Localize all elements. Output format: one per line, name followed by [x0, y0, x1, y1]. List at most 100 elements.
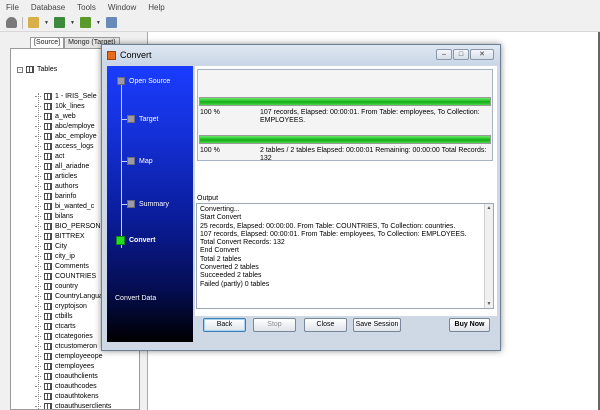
tree-item-table[interactable]: all_ariadne [35, 161, 111, 171]
tree-item-table[interactable]: bilans [35, 211, 111, 221]
tree-item-table[interactable]: BIO_PERSON [35, 221, 111, 231]
tree-item-table[interactable]: BITTREX [35, 231, 111, 241]
tree-connector [35, 105, 41, 107]
tree-item-label: act [55, 152, 65, 160]
step-label: Summary [139, 200, 169, 208]
tree-item-label: country [55, 282, 78, 290]
menu-tools[interactable]: Tools [77, 3, 96, 12]
output-label: Output [197, 195, 219, 202]
tree-item-table[interactable]: ctemployees [35, 361, 111, 371]
menu-file[interactable]: File [6, 3, 19, 12]
collapse-icon[interactable]: - [17, 66, 23, 73]
tree-item-label: CountryLangua [55, 292, 103, 300]
tree-connector [35, 385, 41, 387]
output-line: End Convert [200, 247, 239, 255]
tree-connector [35, 345, 41, 347]
tree-item-label: city_ip [55, 252, 75, 260]
tree-item-table[interactable]: bi_wanted_c [35, 201, 111, 211]
tree-connector [35, 275, 41, 277]
output-scrollbar[interactable]: ▲ ▼ [484, 204, 493, 308]
tree-item-table[interactable]: ctoauthuserclients [35, 401, 111, 409]
table-icon [44, 222, 52, 230]
step-marker-icon [127, 157, 135, 165]
chevron-down-icon[interactable]: ▼ [44, 20, 49, 26]
menu-bar: File Database Tools Window Help [0, 0, 600, 14]
close-button[interactable]: Close [304, 318, 347, 332]
tab-source[interactable]: [Source] [30, 37, 65, 48]
tree-item-table[interactable]: act [35, 151, 111, 161]
tree-item-table[interactable]: ctemployeeope [35, 351, 111, 361]
tree-item-table[interactable]: COUNTRIES [35, 271, 111, 281]
tree-item-table[interactable]: ctoauthclients [35, 371, 111, 381]
table-icon [44, 92, 52, 100]
tree-item-label: ctcustomeron [55, 342, 98, 350]
tree-item-table[interactable]: ctoauthcodes [35, 381, 111, 391]
tree-item-table[interactable]: authors [35, 181, 111, 191]
tree-item-table[interactable]: ctbills [35, 311, 111, 321]
dialog-titlebar[interactable]: Convert – □ ✕ [102, 45, 500, 65]
chevron-down-icon[interactable]: ▼ [96, 20, 101, 26]
tree-item-label: bi_wanted_c [55, 202, 95, 210]
scroll-down-icon[interactable]: ▼ [485, 300, 493, 308]
toolbar-separator [22, 16, 23, 29]
tree-item-table[interactable]: country [35, 281, 111, 291]
chevron-down-icon[interactable]: ▼ [70, 20, 75, 26]
table-icon [44, 252, 52, 260]
table-icon[interactable] [53, 17, 65, 28]
tree-item-label: City [55, 242, 68, 250]
tree-item-label: 1 - IRIS_Sele [55, 92, 97, 100]
menu-database[interactable]: Database [31, 3, 65, 12]
tree-item-table[interactable]: ctcustomeron [35, 341, 111, 351]
tree-connector [35, 295, 41, 297]
menu-help[interactable]: Help [148, 3, 164, 12]
tree-item-table[interactable]: abc/employe [35, 121, 111, 131]
tree-item-table[interactable]: CountryLangua [35, 291, 111, 301]
progress-percent: 100 % [200, 109, 220, 116]
buy-now-button[interactable]: Buy Now [449, 318, 490, 332]
menu-window[interactable]: Window [108, 3, 136, 12]
tree-item-table[interactable]: access_logs [35, 141, 111, 151]
tree-item-table[interactable]: city_ip [35, 251, 111, 261]
user-icon[interactable] [6, 17, 17, 28]
tree-item-table[interactable]: articles [35, 171, 111, 181]
tree-item-table[interactable]: ctcarts [35, 321, 111, 331]
back-button[interactable]: Back [203, 318, 246, 332]
save-session-button[interactable]: Save Session [353, 318, 401, 332]
table-icon [44, 312, 52, 320]
new-document-icon[interactable] [28, 17, 39, 28]
grid-icon[interactable] [105, 17, 117, 28]
export-icon[interactable] [79, 17, 91, 28]
tree-connector [35, 325, 41, 327]
tree-item-table[interactable]: cryptojson [35, 301, 111, 311]
tree-connector [35, 395, 41, 397]
tree-connector [35, 195, 41, 197]
step-marker-icon [127, 115, 135, 123]
tree-item-table[interactable]: ctoauthtokens [35, 391, 111, 401]
scroll-up-icon[interactable]: ▲ [485, 204, 493, 212]
tree-item-table[interactable]: 1 - IRIS_Sele [35, 91, 111, 101]
tree-root-tables[interactable]: - Tables [17, 66, 57, 73]
tree-item-label: bilans [55, 212, 74, 220]
tree-item-table[interactable]: City [35, 241, 111, 251]
tree-item-table[interactable]: abc_employe [35, 131, 111, 141]
tree-item-table[interactable]: barinfo [35, 191, 111, 201]
minimize-icon[interactable]: – [436, 49, 452, 60]
tree-item-label: ctoauthtokens [55, 392, 99, 400]
tree-item-table[interactable]: 10k_lines [35, 101, 111, 111]
step-convert: Convert [116, 236, 155, 245]
stop-button[interactable]: Stop [253, 318, 296, 332]
tree-item-table[interactable]: a_web [35, 111, 111, 121]
tree-item-label: Comments [55, 262, 89, 270]
maximize-icon[interactable]: □ [453, 49, 469, 60]
output-line: Failed (partly) 0 tables [200, 280, 270, 288]
tree-connector [35, 125, 41, 127]
table-icon [44, 292, 52, 300]
output-log[interactable]: Converting... Start Convert 25 records, El… [196, 203, 494, 309]
table-icon [44, 172, 52, 180]
tables-label: Tables [37, 66, 58, 73]
close-icon[interactable]: ✕ [470, 49, 494, 60]
tree-item-table[interactable]: ctcategories [35, 331, 111, 341]
tree-connector [35, 255, 41, 257]
tree-connector [35, 115, 41, 117]
tree-item-table[interactable]: Comments [35, 261, 111, 271]
